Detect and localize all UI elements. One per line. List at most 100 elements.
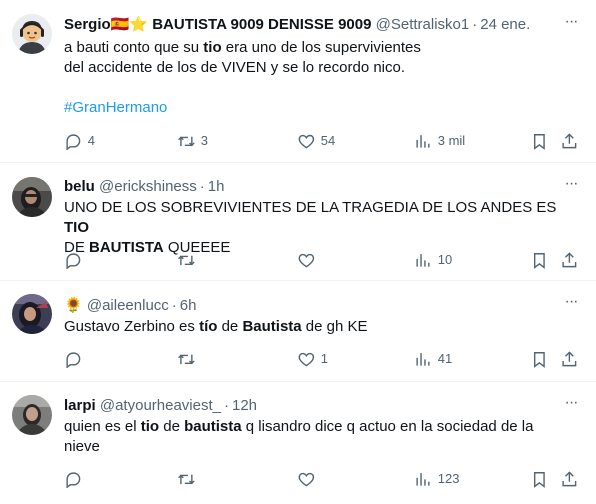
text-run: de — [217, 318, 243, 335]
like-count: 54 — [320, 133, 336, 148]
retweet-button[interactable] — [177, 349, 201, 369]
timestamp[interactable]: 6h — [180, 297, 197, 314]
share-icon — [562, 251, 577, 267]
tweet[interactable]: 🌻 @aileenlucc · 6h ··· Gustavo Zerbino es … — [0, 281, 596, 382]
display-name[interactable]: belu — [64, 178, 95, 195]
dot-separator: · — [472, 16, 478, 33]
bookmark-icon — [533, 351, 545, 368]
highlighted-term: tio — [140, 418, 160, 435]
views-button[interactable]: 41 — [414, 349, 452, 369]
views-icon — [416, 134, 430, 148]
share-button[interactable] — [560, 349, 579, 369]
text-run: de — [159, 418, 185, 435]
timestamp[interactable]: 24 ene. — [480, 16, 530, 33]
avatar[interactable] — [12, 14, 52, 54]
reply-button[interactable] — [64, 250, 88, 270]
avatar[interactable] — [12, 177, 52, 217]
text-run: a bauti conto que su — [64, 39, 204, 56]
reply-button[interactable] — [64, 469, 88, 489]
more-icon[interactable]: ··· — [560, 294, 582, 315]
tweet-header: larpi @atyourheaviest_ · 12h — [64, 396, 556, 416]
like-button[interactable] — [297, 469, 321, 489]
reply-icon — [66, 253, 81, 270]
timestamp[interactable]: 1h — [208, 178, 225, 195]
tweet-actions: 4 3 54 3 mil — [64, 131, 580, 151]
share-button[interactable] — [560, 250, 579, 270]
share-icon — [562, 132, 577, 148]
tweet-header: belu @erickshiness · 1h — [64, 177, 556, 197]
tweet-header: Sergio🇪🇸⭐ BAUTISTA 9009 DENISSE 9009 @Se… — [64, 15, 556, 35]
reply-icon — [66, 134, 81, 151]
display-name[interactable]: larpi — [64, 397, 96, 414]
like-button[interactable]: 54 — [297, 131, 335, 151]
tweet[interactable]: belu @erickshiness · 1h ··· UNO DE LOS SOB… — [0, 163, 596, 281]
view-count: 3 mil — [437, 133, 466, 148]
retweet-icon — [178, 255, 195, 265]
display-name[interactable]: Sergio🇪🇸⭐ BAUTISTA 9009 DENISSE 9009 — [64, 16, 371, 33]
hashtag-link[interactable]: #GranHermano — [64, 98, 576, 118]
highlighted-term: bautista — [184, 418, 242, 435]
more-icon[interactable]: ··· — [560, 14, 582, 35]
reply-icon — [66, 472, 81, 489]
highlighted-term: Bautista — [242, 318, 302, 335]
more-icon[interactable]: ··· — [560, 176, 582, 197]
like-count: 1 — [320, 351, 328, 366]
views-button[interactable]: 3 mil — [414, 131, 465, 151]
tweet-line: nieve — [64, 438, 100, 455]
bookmark-button[interactable] — [530, 250, 549, 270]
text-run: de gh KE — [301, 318, 368, 335]
user-handle[interactable]: @erickshiness — [99, 178, 197, 195]
avatar[interactable] — [12, 395, 52, 435]
display-name[interactable]: 🌻 — [64, 296, 83, 314]
bookmark-icon — [533, 252, 545, 269]
views-icon — [416, 352, 430, 366]
highlighted-term: TIO — [64, 219, 89, 236]
retweet-count: 3 — [200, 133, 208, 148]
dot-separator: · — [171, 297, 177, 314]
bookmark-icon — [533, 471, 545, 488]
avatar[interactable] — [12, 294, 52, 334]
tweet-actions: 10 — [64, 250, 580, 270]
user-handle[interactable]: @Settralisko1 — [376, 16, 470, 33]
share-button[interactable] — [560, 469, 579, 489]
bookmark-icon — [533, 133, 545, 150]
tweet[interactable]: larpi @atyourheaviest_ · 12h ··· quien es … — [0, 382, 596, 504]
share-icon — [562, 350, 577, 366]
text-run: era uno de los supervivientes — [221, 39, 421, 56]
text-run: Gustavo Zerbino es — [64, 318, 200, 335]
bookmark-button[interactable] — [530, 131, 549, 151]
retweet-button[interactable] — [177, 250, 201, 270]
retweet-button[interactable] — [177, 469, 201, 489]
reply-icon — [66, 352, 81, 369]
tweet-feed: Sergio🇪🇸⭐ BAUTISTA 9009 DENISSE 9009 @Se… — [0, 0, 596, 504]
tweet-line: a bauti conto que su tio era uno de los … — [64, 38, 576, 58]
view-count: 41 — [437, 351, 453, 366]
like-icon — [298, 352, 315, 367]
more-icon[interactable]: ··· — [560, 395, 582, 416]
like-icon — [298, 134, 315, 149]
timestamp[interactable]: 12h — [232, 397, 257, 414]
share-icon — [562, 470, 577, 486]
retweet-button[interactable]: 3 — [177, 131, 208, 151]
share-button[interactable] — [560, 131, 579, 151]
bookmark-button[interactable] — [530, 469, 549, 489]
reply-count: 4 — [87, 133, 95, 148]
text-run: quien es el — [64, 418, 141, 435]
tweet-line: del accidente de los de VIVEN y se lo re… — [64, 59, 406, 76]
like-button[interactable] — [297, 250, 321, 270]
bookmark-button[interactable] — [530, 349, 549, 369]
user-handle[interactable]: @aileenlucc — [87, 297, 169, 314]
views-button[interactable]: 123 — [414, 469, 459, 489]
retweet-icon — [178, 474, 195, 484]
user-handle[interactable]: @atyourheaviest_ — [100, 397, 221, 414]
tweet-header: 🌻 @aileenlucc · 6h — [64, 295, 556, 315]
retweet-icon — [178, 136, 195, 146]
reply-button[interactable]: 4 — [64, 131, 95, 151]
tweet-line: Gustavo Zerbino es tío de Bautista de gh… — [64, 317, 576, 337]
like-button[interactable]: 1 — [297, 349, 328, 369]
views-button[interactable]: 10 — [414, 250, 452, 270]
reply-button[interactable] — [64, 349, 88, 369]
text-run: q lisandro dice q actuo en la sociedad d… — [241, 418, 534, 435]
tweet[interactable]: Sergio🇪🇸⭐ BAUTISTA 9009 DENISSE 9009 @Se… — [0, 0, 596, 163]
retweet-icon — [178, 354, 195, 364]
